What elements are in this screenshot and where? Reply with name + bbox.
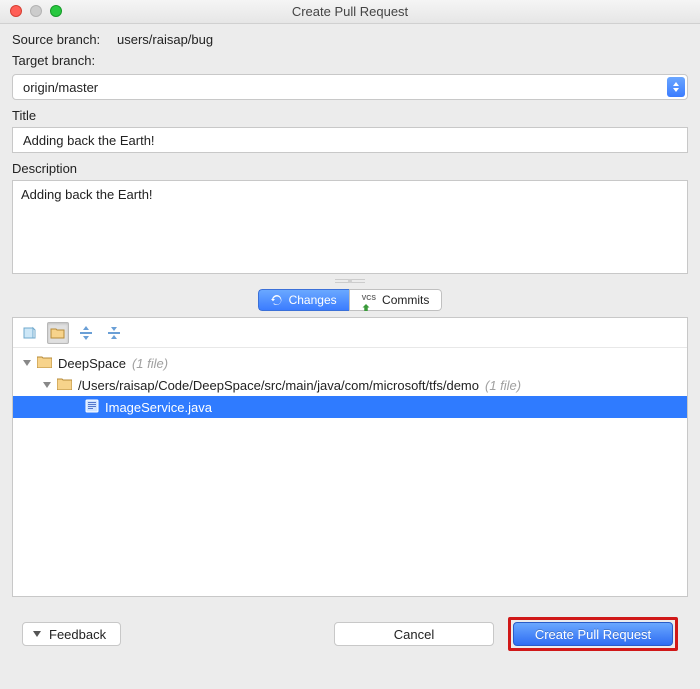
tree-dir-row[interactable]: /Users/raisap/Code/DeepSpace/src/main/ja… bbox=[13, 374, 687, 396]
changes-tree[interactable]: DeepSpace (1 file) /Users/raisap/Code/De… bbox=[13, 348, 687, 422]
toolbar-changelist-icon[interactable] bbox=[19, 322, 41, 344]
title-value: Adding back the Earth! bbox=[23, 133, 155, 148]
source-branch-value: users/raisap/bug bbox=[117, 32, 213, 47]
description-value: Adding back the Earth! bbox=[21, 187, 153, 202]
description-input[interactable]: Adding back the Earth! bbox=[12, 180, 688, 274]
toolbar-collapse-icon[interactable] bbox=[103, 322, 125, 344]
changes-panel: DeepSpace (1 file) /Users/raisap/Code/De… bbox=[12, 317, 688, 597]
toolbar-expand-icon[interactable] bbox=[75, 322, 97, 344]
folder-icon bbox=[57, 377, 72, 393]
target-branch-label: Target branch: bbox=[12, 53, 95, 68]
splitter-handle[interactable] bbox=[12, 276, 688, 286]
tree-root-meta: (1 file) bbox=[132, 356, 168, 371]
highlight-annotation: Create Pull Request bbox=[508, 617, 678, 651]
feedback-button[interactable]: Feedback bbox=[22, 622, 121, 646]
toolbar-group-by-dir-icon[interactable] bbox=[47, 322, 69, 344]
description-label: Description bbox=[12, 161, 688, 176]
splitter-grip-icon bbox=[335, 279, 365, 283]
tree-file-name: ImageService.java bbox=[105, 400, 212, 415]
tab-commits[interactable]: VCS Commits bbox=[349, 289, 443, 311]
tree-file-row[interactable]: ImageService.java bbox=[13, 396, 687, 418]
window-controls bbox=[10, 5, 62, 17]
tab-commits-label: Commits bbox=[382, 293, 429, 307]
changes-toolbar bbox=[13, 318, 687, 348]
chevron-down-icon bbox=[33, 631, 41, 637]
create-pr-label: Create Pull Request bbox=[535, 627, 651, 642]
tree-root-name: DeepSpace bbox=[58, 356, 126, 371]
create-pull-request-button[interactable]: Create Pull Request bbox=[513, 622, 673, 646]
dialog-footer: Feedback Cancel Create Pull Request bbox=[12, 617, 688, 651]
tree-root-row[interactable]: DeepSpace (1 file) bbox=[13, 352, 687, 374]
source-branch-row: Source branch: users/raisap/bug bbox=[12, 32, 688, 47]
vcs-icon: VCS bbox=[362, 289, 376, 311]
window-title: Create Pull Request bbox=[0, 4, 700, 19]
target-branch-select[interactable]: origin/master bbox=[12, 74, 688, 100]
feedback-label: Feedback bbox=[49, 627, 106, 642]
tree-dir-path: /Users/raisap/Code/DeepSpace/src/main/ja… bbox=[78, 378, 479, 393]
titlebar: Create Pull Request bbox=[0, 0, 700, 24]
tab-group: Changes VCS Commits bbox=[12, 289, 688, 311]
select-stepper-icon[interactable] bbox=[667, 77, 685, 97]
title-input[interactable]: Adding back the Earth! bbox=[12, 127, 688, 153]
tree-dir-meta: (1 file) bbox=[485, 378, 521, 393]
chevron-down-icon[interactable] bbox=[43, 382, 51, 388]
cancel-button[interactable]: Cancel bbox=[334, 622, 494, 646]
target-branch-row: Target branch: bbox=[12, 53, 688, 68]
cancel-label: Cancel bbox=[394, 627, 434, 642]
project-folder-icon bbox=[37, 355, 52, 371]
close-window-button[interactable] bbox=[10, 5, 22, 17]
zoom-window-button[interactable] bbox=[50, 5, 62, 17]
target-branch-selected: origin/master bbox=[23, 80, 98, 95]
chevron-down-icon[interactable] bbox=[23, 360, 31, 366]
minimize-window-button bbox=[30, 5, 42, 17]
tab-changes-label: Changes bbox=[289, 293, 337, 307]
java-file-icon bbox=[85, 399, 99, 416]
refresh-icon bbox=[271, 294, 283, 306]
dialog-content: Source branch: users/raisap/bug Target b… bbox=[0, 24, 700, 651]
title-label: Title bbox=[12, 108, 688, 123]
tab-changes[interactable]: Changes bbox=[258, 289, 349, 311]
source-branch-label: Source branch: bbox=[12, 32, 117, 47]
